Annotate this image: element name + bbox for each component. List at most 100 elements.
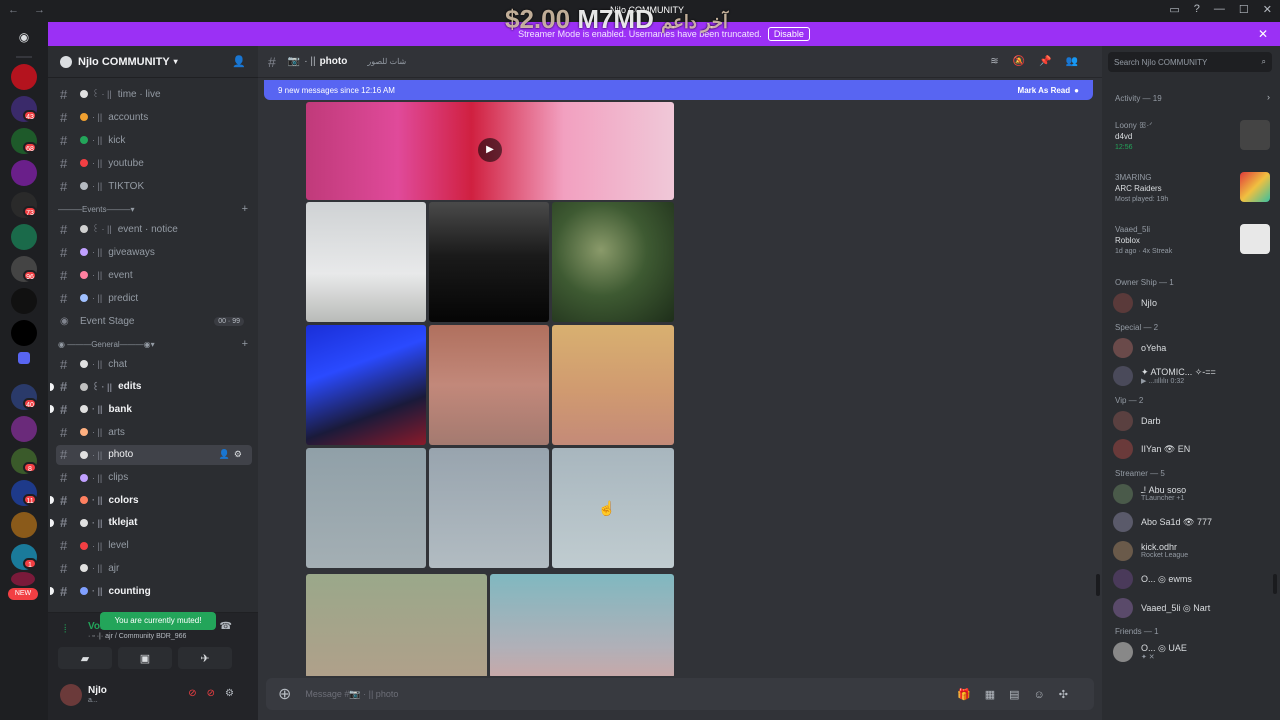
channel-edits[interactable]: # ꒰ · || edits	[50, 377, 252, 397]
member-row[interactable]: Abo Sa1d 👁 777	[1113, 511, 1273, 533]
server-icon[interactable]	[11, 416, 37, 442]
member-row[interactable]: Vaaed_5li ◎ Nart	[1113, 597, 1273, 619]
add-attachment-icon[interactable]: ⊕	[278, 684, 291, 704]
server-icon[interactable]	[11, 512, 37, 538]
folder-icon[interactable]	[18, 352, 30, 364]
avatar[interactable]	[1113, 540, 1133, 561]
channel-ajr[interactable]: # · || ajr	[56, 558, 252, 578]
user-controls[interactable]: ⊘⊘⚙	[188, 688, 244, 699]
invite-people-icon[interactable]: 👤	[232, 55, 246, 68]
server-header[interactable]: NjIo COMMUNITY ▾ 👤	[48, 46, 258, 78]
headphones-muted-icon[interactable]: ⊘	[207, 688, 225, 699]
close-icon[interactable]: ✕	[1258, 27, 1268, 41]
member-row[interactable]: Darb	[1113, 410, 1273, 432]
play-icon[interactable]: ▶	[478, 138, 502, 162]
member-row[interactable]: O... ◎ UAE ✦ ✕	[1113, 641, 1273, 663]
channel-colors[interactable]: # · || colors	[50, 490, 252, 510]
window-controls[interactable]: ▭ ? — ☐ ✕	[1169, 3, 1272, 16]
search-input[interactable]: Search NjIo COMMUNITY ⌕	[1108, 52, 1272, 72]
avatar[interactable]	[60, 684, 82, 706]
channel-clips[interactable]: # · || clips	[56, 468, 252, 488]
gif-icon[interactable]: ▦	[985, 689, 1009, 701]
help-icon[interactable]: ?	[1194, 3, 1200, 16]
channel-settings-icon[interactable]: 👤⚙	[219, 449, 252, 460]
message-input[interactable]: Message #📷 · || photo	[305, 689, 398, 700]
image-attachment[interactable]	[429, 325, 549, 445]
signal-icon[interactable]: ⦙	[64, 623, 66, 636]
disconnect-icon[interactable]: ☎	[220, 621, 244, 632]
history-nav-icons[interactable]: ← →	[8, 4, 51, 16]
image-attachment[interactable]	[552, 325, 674, 445]
image-attachment[interactable]	[552, 202, 674, 322]
close-window-icon[interactable]: ✕	[1263, 3, 1272, 16]
avatar[interactable]	[1113, 642, 1133, 662]
channel-chat[interactable]: # · || chat	[56, 354, 252, 374]
member-row[interactable]: kick.odhr Rocket League	[1113, 540, 1273, 562]
minimize-icon[interactable]: —	[1214, 3, 1225, 16]
avatar[interactable]	[1113, 569, 1133, 589]
channel-arts[interactable]: # · || arts	[56, 422, 252, 442]
sticker-icon[interactable]: ▤	[1009, 689, 1033, 701]
avatar[interactable]	[1113, 483, 1133, 504]
server-icon[interactable]	[11, 320, 37, 346]
new-messages-bar[interactable]: 9 new messages since 12:16 AM Mark As Re…	[264, 80, 1093, 100]
channel-kick[interactable]: # · || kick	[56, 130, 252, 150]
avatar[interactable]	[1113, 597, 1133, 618]
channel-event[interactable]: # · || event	[56, 265, 252, 285]
activities-button[interactable]: ✈	[178, 647, 232, 669]
username[interactable]: NjIo	[88, 685, 107, 696]
channel-counting[interactable]: # · || counting	[50, 581, 252, 601]
channel-photo[interactable]: # · || photo 👤⚙	[56, 444, 252, 465]
avatar[interactable]	[1113, 439, 1133, 459]
activity-title[interactable]: Activity — 19	[1115, 94, 1162, 103]
camera-button[interactable]: ▰	[58, 647, 112, 669]
channel-tiktok[interactable]: # · || TIKTOK	[56, 176, 252, 196]
channel-youtube[interactable]: # · || youtube	[56, 153, 252, 173]
channel-event-notice[interactable]: # ꒰ · || event · notice	[56, 219, 252, 239]
header-actions[interactable]: ≋🔕📌👥	[990, 56, 1092, 67]
mic-muted-icon[interactable]: ⊘	[188, 688, 206, 699]
channel-predict[interactable]: # · || predict	[56, 288, 252, 308]
avatar[interactable]	[1113, 337, 1133, 358]
gear-icon[interactable]: ⚙	[225, 688, 244, 699]
scrollbar[interactable]	[1096, 574, 1100, 596]
image-attachment[interactable]	[306, 202, 426, 322]
stage-event-stage[interactable]: ◉ Event Stage 00 · 99	[56, 311, 252, 331]
notification-bell-icon[interactable]: 🔕	[1013, 56, 1039, 67]
server-icon[interactable]	[11, 572, 35, 586]
server-icon[interactable]	[11, 224, 37, 250]
member-row[interactable]: ✦ ATOMIC... ✧-== ▶ ...ııllılıı 0:32	[1113, 365, 1273, 387]
image-attachment[interactable]: ▶	[306, 102, 674, 200]
emoji-icon[interactable]: ☺	[1034, 689, 1059, 701]
member-row[interactable]: ـ! Abu soso TLauncher +1	[1113, 483, 1273, 505]
direct-messages-icon[interactable]: ◉	[12, 28, 36, 46]
gift-icon[interactable]: 🎁	[957, 689, 985, 701]
channel-level[interactable]: # · || level	[56, 536, 252, 556]
composer-actions[interactable]: 🎁▦▤☺✣	[957, 688, 1082, 701]
apps-icon[interactable]: ✣	[1059, 689, 1082, 701]
add-channel-icon[interactable]: +	[242, 203, 248, 215]
server-icon[interactable]	[11, 288, 37, 314]
avatar[interactable]	[1113, 410, 1133, 431]
screen-share-button[interactable]: ▣	[118, 647, 172, 669]
category-general[interactable]: ◉ ——— General ———◉▾ +	[58, 337, 248, 351]
image-attachment[interactable]	[306, 574, 487, 676]
image-attachment[interactable]	[306, 448, 426, 568]
image-attachment[interactable]	[306, 325, 426, 445]
avatar[interactable]	[1113, 366, 1133, 386]
server-icon[interactable]	[11, 160, 37, 186]
member-row[interactable]: NjIo	[1113, 292, 1273, 314]
member-row[interactable]: O... ◎ ewms	[1113, 568, 1273, 590]
image-attachment[interactable]	[552, 448, 674, 568]
inbox-icon[interactable]: ▭	[1169, 3, 1179, 16]
channel-giveaways[interactable]: # · || giveaways	[56, 242, 252, 262]
image-attachment[interactable]	[429, 448, 549, 568]
member-list-icon[interactable]: 👥	[1066, 56, 1092, 67]
image-attachment[interactable]	[490, 574, 674, 676]
image-attachment[interactable]	[429, 202, 549, 322]
server-icon[interactable]	[11, 64, 37, 90]
voice-channel-sub[interactable]: · ▫ ·|· ajr / Community BDR_966	[88, 633, 186, 640]
chevron-right-icon[interactable]: ›	[1267, 92, 1270, 102]
channel-time-live[interactable]: # ꒰ · || time · live	[56, 84, 252, 104]
pin-icon[interactable]: 📌	[1039, 56, 1065, 67]
